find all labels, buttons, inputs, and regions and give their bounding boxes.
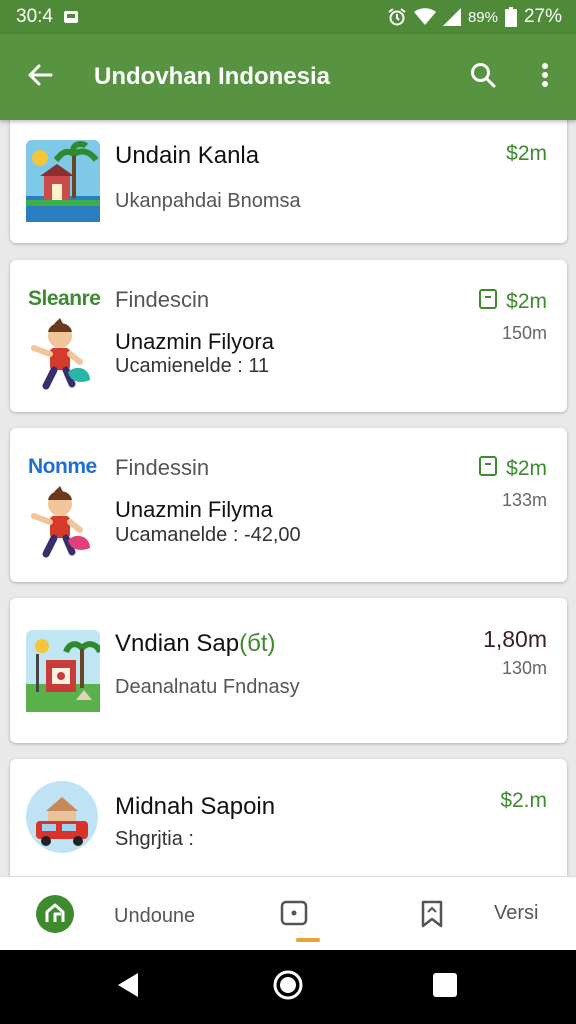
item-category: Findessin: [115, 455, 210, 480]
system-navigation-bar: [0, 950, 576, 1024]
item-price: $2m: [506, 142, 547, 165]
alarm-icon: [387, 7, 407, 27]
list-item[interactable]: Undain Kanla Ukanpahdai Bnomsa $2m: [10, 120, 567, 243]
traveler-illustration: [24, 314, 98, 396]
circle-home-icon: [272, 969, 304, 1006]
list-item[interactable]: Vndian Sap(бt) Deanalnatu Fndnasy 1,80m …: [10, 598, 567, 743]
status-time: 30:4: [16, 6, 53, 27]
nav-versi-label: Versi: [494, 902, 539, 924]
item-subtitle: Shgrjtia :: [115, 828, 194, 850]
item-subtitle: Deanalnatu Fndnasy: [115, 676, 300, 698]
item-brand: Nonme: [28, 455, 97, 478]
item-title: Unazmin Filyora: [115, 329, 274, 354]
battery-text: 89%: [467, 8, 498, 26]
item-price: $2m: [506, 457, 547, 480]
item-brand: Sleanre: [28, 287, 101, 310]
item-price: 1,80m: [483, 626, 547, 652]
beach-house-thumbnail: [26, 140, 100, 222]
notification-icon: [63, 10, 79, 24]
more-vert-icon: [541, 62, 549, 93]
item-price-row: $2m: [478, 455, 547, 483]
nav-versi[interactable]: Versi: [494, 902, 538, 925]
list-item[interactable]: Nonme Findessin Unazmin Filyma Ucamaneld…: [10, 428, 567, 582]
nav-home-label: Undoune: [114, 905, 196, 927]
list-item[interactable]: Sleanre Findescin Unazmin Filyora Ucamie…: [10, 260, 567, 412]
item-title-main: Vndian Sap: [115, 630, 240, 657]
battery-icon: [504, 7, 517, 27]
app-bar: Undovhan Indonesia: [0, 34, 576, 120]
item-price: $2m: [506, 290, 547, 313]
status-bar: 30:4 89% 27%: [0, 0, 576, 34]
triangle-back-icon: [116, 971, 140, 1004]
home-app-icon: [36, 895, 74, 938]
square-recents-icon: [432, 972, 458, 1003]
item-meta: 130m: [501, 658, 547, 678]
list-item[interactable]: Midnah Sapoin Shgrjtia : $2.m: [10, 759, 567, 876]
item-category: Findescin: [115, 287, 210, 312]
traveler-illustration: [24, 482, 98, 564]
system-recents-button[interactable]: [405, 950, 485, 1024]
item-title-accent: (бt): [239, 630, 276, 657]
item-price-row: $2m: [478, 288, 547, 316]
receipt-icon: [478, 455, 498, 483]
battery-percent: 27%: [523, 6, 562, 27]
active-tab-indicator: [296, 938, 320, 942]
signal-icon: [442, 8, 461, 26]
search-icon: [469, 61, 497, 94]
system-home-button[interactable]: [248, 950, 328, 1024]
bottom-navigation: Undoune Versi: [0, 876, 576, 950]
page-title: Undovhan Indonesia: [94, 63, 331, 90]
system-back-button[interactable]: [88, 950, 168, 1024]
item-title: Vndian Sap(бt): [115, 630, 276, 658]
item-subtitle: Ucamanelde : -42,00: [115, 524, 301, 546]
back-arrow-icon: [27, 63, 53, 92]
item-title: Undain Kanla: [115, 142, 260, 169]
car-temple-thumbnail: [26, 781, 98, 853]
item-title: Midnah Sapoin: [115, 793, 276, 820]
more-options-button[interactable]: [514, 34, 576, 120]
square-tab-icon: [280, 899, 308, 932]
bookmark-icon: [418, 898, 446, 933]
nav-tab-bookmark[interactable]: [418, 898, 446, 933]
back-button[interactable]: [0, 34, 80, 120]
nav-tab-center[interactable]: [280, 899, 308, 932]
shrine-thumbnail: [26, 630, 100, 712]
item-meta: 150m: [501, 323, 547, 343]
item-meta: 133m: [501, 490, 547, 510]
wifi-icon: [413, 8, 436, 26]
search-button[interactable]: [452, 34, 514, 120]
item-subtitle: Ukanpahdai Bnomsa: [115, 190, 301, 212]
listing-list[interactable]: Undain Kanla Ukanpahdai Bnomsa $2m Slean…: [0, 120, 576, 876]
item-title: Unazmin Filyma: [115, 497, 273, 522]
item-price: $2.m: [500, 789, 547, 812]
nav-home[interactable]: Undoune: [36, 895, 195, 938]
receipt-icon: [478, 288, 498, 316]
item-subtitle: Ucamienelde : 11: [115, 355, 270, 377]
